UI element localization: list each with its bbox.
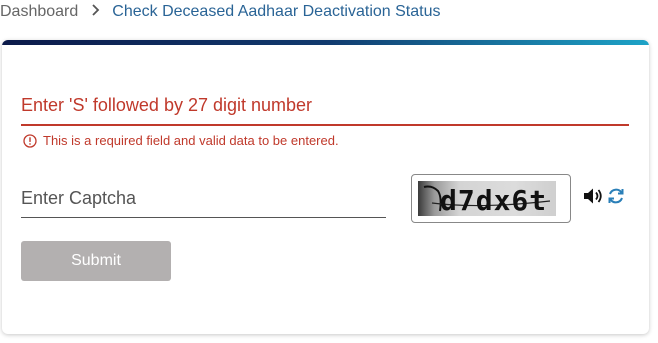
captcha-text: d7dx6t: [440, 184, 548, 216]
submit-button[interactable]: Submit: [21, 241, 171, 281]
refresh-icon[interactable]: [607, 187, 625, 210]
card-accent-bar: [2, 40, 649, 45]
captcha-image: d7dx6t: [418, 181, 556, 216]
captcha-input[interactable]: Enter Captcha: [21, 184, 386, 218]
speaker-icon[interactable]: [583, 187, 603, 210]
breadcrumb: Dashboard Check Deceased Aadhaar Deactiv…: [0, 0, 440, 24]
error-circle-icon: [23, 133, 37, 148]
breadcrumb-dashboard-link[interactable]: Dashboard: [0, 3, 78, 21]
captcha-placeholder: Enter Captcha: [21, 188, 137, 208]
chevron-right-icon: [84, 3, 106, 21]
validation-error: This is a required field and valid data …: [23, 133, 339, 148]
captcha-image-frame: d7dx6t: [411, 174, 571, 223]
breadcrumb-current-page: Check Deceased Aadhaar Deactivation Stat…: [112, 3, 441, 20]
enrolment-id-placeholder: Enter 'S' followed by 27 digit number: [21, 95, 313, 115]
enrolment-id-field[interactable]: Enter 'S' followed by 27 digit number: [21, 92, 629, 126]
error-message-text: This is a required field and valid data …: [43, 133, 339, 148]
form-card: Enter 'S' followed by 27 digit number Th…: [2, 40, 649, 334]
